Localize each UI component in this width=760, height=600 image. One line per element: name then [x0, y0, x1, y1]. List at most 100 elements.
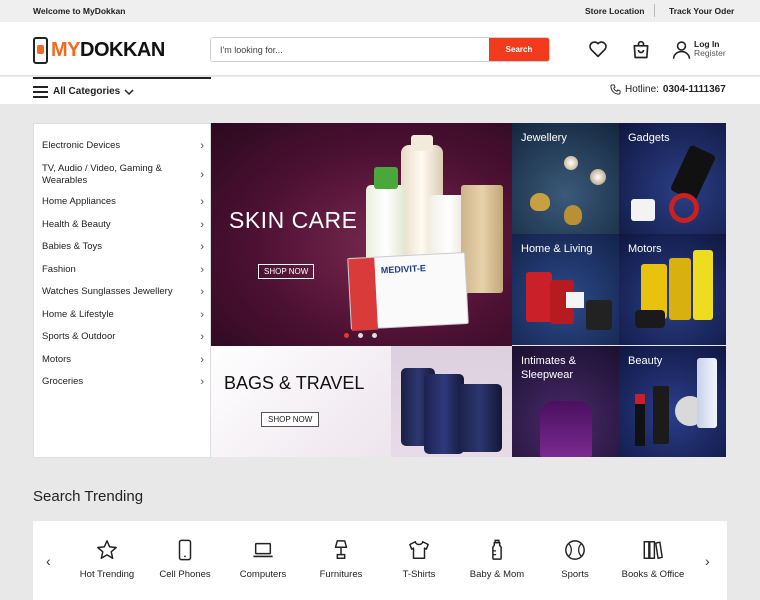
hero-banner-skin-care[interactable]: MEDIVIT-E SKIN CARE SHOP NOW	[211, 123, 512, 346]
carousel-dot[interactable]	[358, 333, 363, 338]
product-pump	[411, 135, 433, 151]
chevron-down-icon	[124, 88, 134, 95]
tile-home-living[interactable]: Home & Living	[512, 234, 619, 345]
chevron-left-icon[interactable]: ‹	[46, 553, 51, 569]
chevron-right-icon: ›	[200, 219, 204, 231]
trending-item-furnitures[interactable]: Furnitures	[301, 539, 381, 580]
trending-label: Furnitures	[319, 569, 363, 580]
banner-shop-now-button[interactable]: SHOP NOW	[261, 412, 320, 427]
category-sports-outdoor[interactable]: Sports & Outdoor ›	[42, 331, 204, 343]
category-menu: Electronic Devices › TV, Audio / Video, G…	[33, 123, 211, 458]
category-tv-audio-video[interactable]: TV, Audio / Video, Gaming & Wearables ›	[42, 163, 204, 187]
category-groceries[interactable]: Groceries ›	[42, 376, 204, 388]
trending-label: Sports	[561, 569, 589, 580]
carousel-dot[interactable]	[372, 333, 377, 338]
tile-intimates-sleepwear[interactable]: Intimates & Sleepwear	[512, 346, 619, 457]
logo-text-dokkan: DOKKAN	[80, 38, 165, 61]
trending-label: Hot Trending	[79, 569, 135, 580]
menu-icon	[33, 85, 48, 98]
search-button[interactable]: Search	[489, 38, 549, 61]
category-label: Home & Lifestyle	[42, 309, 114, 320]
register-link[interactable]: Register	[694, 49, 726, 58]
carousel-dot-active[interactable]	[344, 333, 349, 338]
banner-title: BAGS & TRAVEL	[224, 373, 365, 393]
trending-item-hot-trending[interactable]: Hot Trending	[67, 539, 147, 580]
chevron-right-icon: ›	[200, 376, 204, 388]
user-icon[interactable]	[672, 40, 691, 65]
search-input[interactable]	[211, 38, 489, 61]
tshirt-icon	[409, 541, 429, 559]
category-electronic-devices[interactable]: Electronic Devices ›	[42, 140, 204, 152]
category-motors[interactable]: Motors ›	[42, 354, 204, 366]
chevron-right-icon: ›	[200, 331, 204, 343]
category-label: Groceries	[42, 376, 84, 387]
tile-label: Gadgets	[628, 132, 670, 144]
chevron-right-icon: ›	[200, 169, 204, 181]
category-label: Motors	[42, 354, 72, 365]
star-icon	[97, 540, 117, 559]
logo-text-my: MY	[51, 38, 81, 61]
tile-label: Jewellery	[521, 132, 567, 144]
heart-icon[interactable]	[588, 40, 608, 63]
chevron-right-icon: ›	[200, 264, 204, 276]
category-label: Watches Sunglasses Jewellery	[42, 286, 173, 297]
hotline-label: Hotline:	[625, 84, 659, 95]
chevron-right-icon[interactable]: ›	[705, 553, 710, 569]
tile-label: Beauty	[628, 355, 663, 367]
search-trending-title: Search Trending	[33, 488, 144, 505]
tile-label: Motors	[628, 243, 662, 255]
banner-bags-travel[interactable]: BAGS & TRAVEL SHOP NOW	[211, 346, 512, 457]
lamp-icon	[334, 540, 348, 559]
chevron-right-icon: ›	[200, 286, 204, 298]
trending-item-cell-phones[interactable]: Cell Phones	[145, 539, 225, 580]
category-label: Health & Beauty	[42, 219, 111, 230]
trending-carousel: ‹ › Hot Trending Cell Phones Computers F…	[33, 521, 727, 600]
product-box: MEDIVIT-E	[347, 251, 469, 331]
chevron-right-icon: ›	[200, 140, 204, 152]
all-categories-button[interactable]: All Categories	[33, 77, 211, 104]
logo-phone-icon	[33, 36, 48, 64]
category-home-appliances[interactable]: Home Appliances ›	[42, 196, 204, 208]
trending-item-sports[interactable]: Sports	[535, 539, 615, 580]
trending-item-books-office[interactable]: Books & Office	[613, 539, 693, 580]
product-cap	[374, 167, 398, 189]
category-label: Home Appliances	[42, 196, 116, 207]
chevron-right-icon: ›	[200, 309, 204, 321]
tile-jewellery[interactable]: Jewellery	[512, 123, 619, 234]
store-location-link[interactable]: Store Location	[585, 6, 645, 16]
track-order-link[interactable]: Track Your Oder	[669, 6, 734, 16]
product-box-label: MEDIVIT-E	[380, 263, 427, 276]
baby-bottle-icon	[492, 539, 502, 560]
books-icon	[643, 541, 663, 559]
category-watches[interactable]: Watches Sunglasses Jewellery ›	[42, 286, 204, 298]
header: MY DOKKAN Search Log In Register	[0, 22, 760, 76]
category-home-lifestyle[interactable]: Home & Lifestyle ›	[42, 309, 204, 321]
cart-bag-icon[interactable]	[631, 40, 651, 65]
account-links: Log In Register	[694, 40, 726, 58]
nav-bar: All Categories Hotline: 0304-1111367	[0, 77, 760, 104]
category-label: Fashion	[42, 264, 76, 275]
trending-item-baby-mom[interactable]: Baby & Mom	[457, 539, 537, 580]
chevron-right-icon: ›	[200, 354, 204, 366]
trending-label: Cell Phones	[159, 569, 211, 580]
tile-beauty[interactable]: Beauty	[619, 346, 726, 457]
tile-motors[interactable]: Motors	[619, 234, 726, 345]
welcome-text: Welcome to MyDokkan	[33, 6, 126, 16]
category-label: TV, Audio / Video, Gaming & Wearables	[42, 163, 162, 186]
phone-icon	[610, 84, 621, 95]
tile-gadgets[interactable]: Gadgets	[619, 123, 726, 234]
divider	[654, 4, 655, 17]
category-health-beauty[interactable]: Health & Beauty ›	[42, 219, 204, 231]
laptop-icon	[253, 542, 273, 558]
hotline-number[interactable]: 0304-1111367	[663, 84, 726, 95]
all-categories-label: All Categories	[53, 86, 121, 97]
trending-item-computers[interactable]: Computers	[223, 539, 303, 580]
trending-item-t-shirts[interactable]: T-Shirts	[379, 539, 459, 580]
category-babies-toys[interactable]: Babies & Toys ›	[42, 241, 204, 253]
logo[interactable]: MY DOKKAN	[33, 36, 165, 64]
hero-shop-now-button[interactable]: SHOP NOW	[258, 264, 315, 279]
chevron-right-icon: ›	[200, 241, 204, 253]
trending-label: Computers	[239, 569, 287, 580]
category-fashion[interactable]: Fashion ›	[42, 264, 204, 276]
tile-label: Home & Living	[521, 243, 593, 255]
